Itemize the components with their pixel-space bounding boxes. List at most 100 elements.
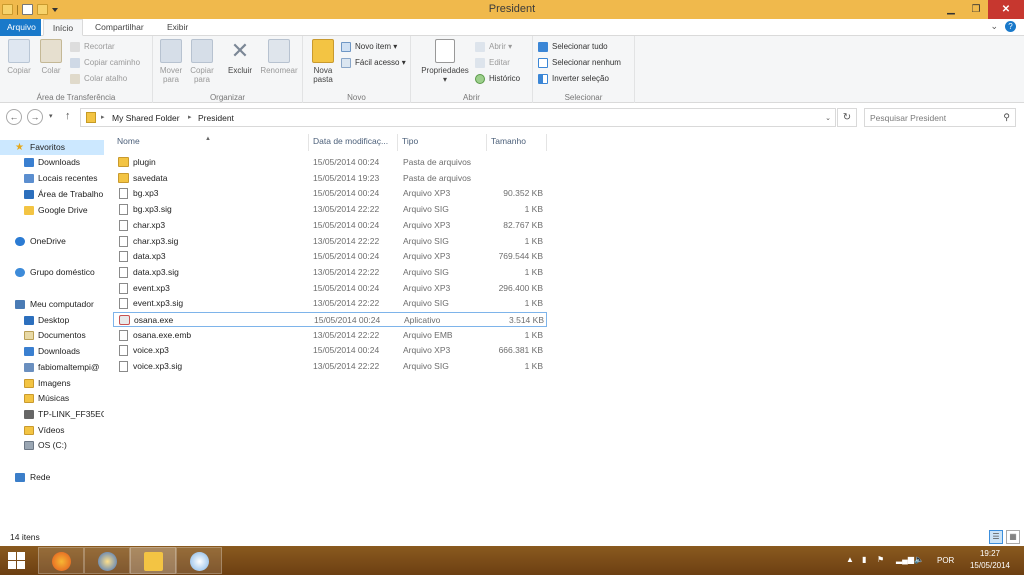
easy-access-icon (341, 58, 351, 68)
easy-access-button[interactable]: Fácil acesso ▾ (341, 56, 406, 70)
nav-recent-places[interactable]: Locais recentes (0, 171, 104, 186)
nav-user-folder[interactable]: fabiomaltempi@ (0, 360, 104, 375)
battery-icon[interactable]: ▮ (862, 555, 866, 564)
new-folder-button[interactable]: Nova pasta (309, 39, 337, 84)
tab-view[interactable]: Exibir (160, 19, 195, 36)
address-bar[interactable]: ▸ My Shared Folder ▸ President ⌄ (80, 108, 836, 127)
file-row[interactable]: osana.exe.emb 13/05/2014 22:22 Arquivo EMB… (113, 328, 547, 343)
nav-downloads[interactable]: Downloads (0, 155, 104, 170)
file-row[interactable]: plugin 15/05/2014 00:24 Pasta de arquivos (113, 155, 547, 170)
nav-homegroup-label: Grupo doméstico (30, 267, 95, 277)
action-center-icon[interactable]: ⚑ (877, 555, 884, 564)
large-icons-view-button[interactable]: ▦ (1006, 530, 1020, 544)
minimize-button[interactable]: ▁ (938, 0, 964, 19)
nav-network-device[interactable]: TP-LINK_FF35EC (0, 407, 104, 422)
file-row[interactable]: voice.xp3 15/05/2014 00:24 Arquivo XP3 666.… (113, 343, 547, 358)
nav-this-pc[interactable]: Meu computador (0, 297, 104, 312)
properties-button[interactable]: Propriedades ▾ (419, 39, 471, 84)
copy-path-button[interactable]: Copiar caminho (70, 56, 140, 70)
tab-file[interactable]: Arquivo (0, 19, 41, 36)
refresh-button[interactable]: ↻ (837, 108, 857, 127)
maximize-button[interactable]: ❐ (964, 0, 988, 19)
search-input[interactable] (865, 109, 995, 126)
edit-button[interactable]: Editar (475, 56, 510, 70)
windows-start-button[interactable] (8, 552, 26, 569)
nav-network[interactable]: Rede (0, 470, 104, 485)
nav-music[interactable]: Músicas (0, 391, 104, 406)
nav-desktop-fav[interactable]: Área de Trabalho (0, 187, 104, 202)
file-row[interactable]: bg.xp3 15/05/2014 00:24 Arquivo XP3 90.352 … (113, 186, 547, 201)
column-date[interactable]: Data de modificaç... (309, 134, 398, 151)
history-label: Histórico (489, 74, 521, 83)
nav-desktop[interactable]: Desktop (0, 313, 104, 328)
column-date-label: Data de modificaç... (313, 136, 389, 146)
cut-button[interactable]: Recortar (70, 40, 115, 54)
column-type[interactable]: Tipo (398, 134, 487, 151)
select-none-button[interactable]: Selecionar nenhum (538, 56, 621, 70)
paste-button[interactable]: Colar (37, 39, 65, 75)
copy-button[interactable]: Copiar (5, 39, 33, 75)
nav-pictures[interactable]: Imagens (0, 376, 104, 391)
file-row[interactable]: voice.xp3.sig 13/05/2014 22:22 Arquivo SIG… (113, 359, 547, 374)
taskbar-firefox[interactable] (38, 547, 84, 574)
file-size: 82.767 KB (503, 219, 543, 230)
help-icon[interactable]: ? (1005, 21, 1016, 32)
open-button[interactable]: Abrir ▾ (475, 40, 512, 54)
file-row[interactable]: char.xp3.sig 13/05/2014 22:22 Arquivo SIG 1… (113, 234, 547, 249)
search-box[interactable]: ⚲ (864, 108, 1016, 127)
copy-to-button[interactable]: Copiar para (188, 39, 216, 84)
invert-selection-label: Inverter seleção (552, 74, 609, 83)
details-view-button[interactable]: ☰ (989, 530, 1003, 544)
rename-label: Renomear (260, 66, 298, 75)
file-row[interactable]: savedata 15/05/2014 19:23 Pasta de arquivo… (113, 171, 547, 186)
file-row[interactable]: bg.xp3.sig 13/05/2014 22:22 Arquivo SIG 1 K… (113, 202, 547, 217)
exe-icon (119, 315, 130, 325)
breadcrumb-separator[interactable]: ▸ (188, 113, 192, 121)
network-icon[interactable]: ▂▄▆ (896, 555, 914, 564)
column-size[interactable]: Tamanho (487, 134, 547, 151)
show-hidden-icons-button[interactable]: ▲ (846, 555, 854, 564)
search-icon[interactable]: ⚲ (1003, 112, 1010, 123)
nav-documents[interactable]: Documentos (0, 328, 104, 343)
tab-home[interactable]: Início (43, 19, 83, 36)
nav-onedrive[interactable]: OneDrive (0, 234, 104, 249)
history-button[interactable]: Histórico (475, 72, 520, 86)
input-language[interactable]: POR (937, 556, 954, 565)
file-row[interactable]: data.xp3 15/05/2014 00:24 Arquivo XP3 769.5… (113, 249, 547, 264)
taskbar-app[interactable] (84, 547, 130, 574)
taskbar-paint[interactable] (176, 547, 222, 574)
nav-downloads-pc[interactable]: Downloads (0, 344, 104, 359)
rename-button[interactable]: Renomear (259, 39, 299, 75)
nav-favorites[interactable]: ★ Favoritos (0, 140, 104, 155)
delete-button[interactable]: ✕ Excluir (226, 39, 254, 76)
breadcrumb-separator[interactable]: ▸ (101, 113, 105, 121)
breadcrumb-my-shared-folder[interactable]: My Shared Folder (112, 113, 180, 123)
recent-locations-dropdown[interactable]: ▾ (49, 112, 53, 120)
breadcrumb-president[interactable]: President (198, 113, 234, 123)
file-row[interactable]: osana.exe 15/05/2014 00:24 Aplicativo 3.514… (113, 312, 547, 327)
up-button[interactable]: ↑ (65, 110, 71, 122)
invert-selection-button[interactable]: Inverter seleção (538, 72, 609, 86)
nav-google-drive[interactable]: Google Drive (0, 203, 104, 218)
file-row[interactable]: event.xp3.sig 13/05/2014 22:22 Arquivo SIG… (113, 296, 547, 311)
taskbar-file-explorer[interactable] (130, 547, 176, 574)
chevron-down-icon[interactable]: ⌄ (990, 21, 998, 32)
nav-videos[interactable]: Vídeos (0, 423, 104, 438)
forward-button[interactable]: → (27, 109, 43, 125)
clock[interactable]: 19:27 15/05/2014 (965, 548, 1015, 572)
close-button[interactable]: ✕ (988, 0, 1024, 19)
paste-shortcut-button[interactable]: Colar atalho (70, 72, 127, 86)
back-button[interactable]: ← (6, 109, 22, 125)
tab-share[interactable]: Compartilhar (88, 19, 151, 36)
select-all-button[interactable]: Selecionar tudo (538, 40, 608, 54)
file-row[interactable]: event.xp3 15/05/2014 00:24 Arquivo XP3 296.… (113, 281, 547, 296)
nav-homegroup[interactable]: Grupo doméstico (0, 265, 104, 280)
nav-drive-c[interactable]: OS (C:) (0, 438, 104, 453)
file-row[interactable]: data.xp3.sig 13/05/2014 22:22 Arquivo SIG 1… (113, 265, 547, 280)
address-dropdown-icon[interactable]: ⌄ (825, 114, 831, 122)
move-to-button[interactable]: Mover para (157, 39, 185, 84)
volume-icon[interactable]: 🔈 (914, 555, 924, 564)
file-row[interactable]: char.xp3 15/05/2014 00:24 Arquivo XP3 82.76… (113, 218, 547, 233)
new-item-button[interactable]: Novo item ▾ (341, 40, 397, 54)
column-name[interactable]: ▲ Nome (113, 134, 309, 151)
